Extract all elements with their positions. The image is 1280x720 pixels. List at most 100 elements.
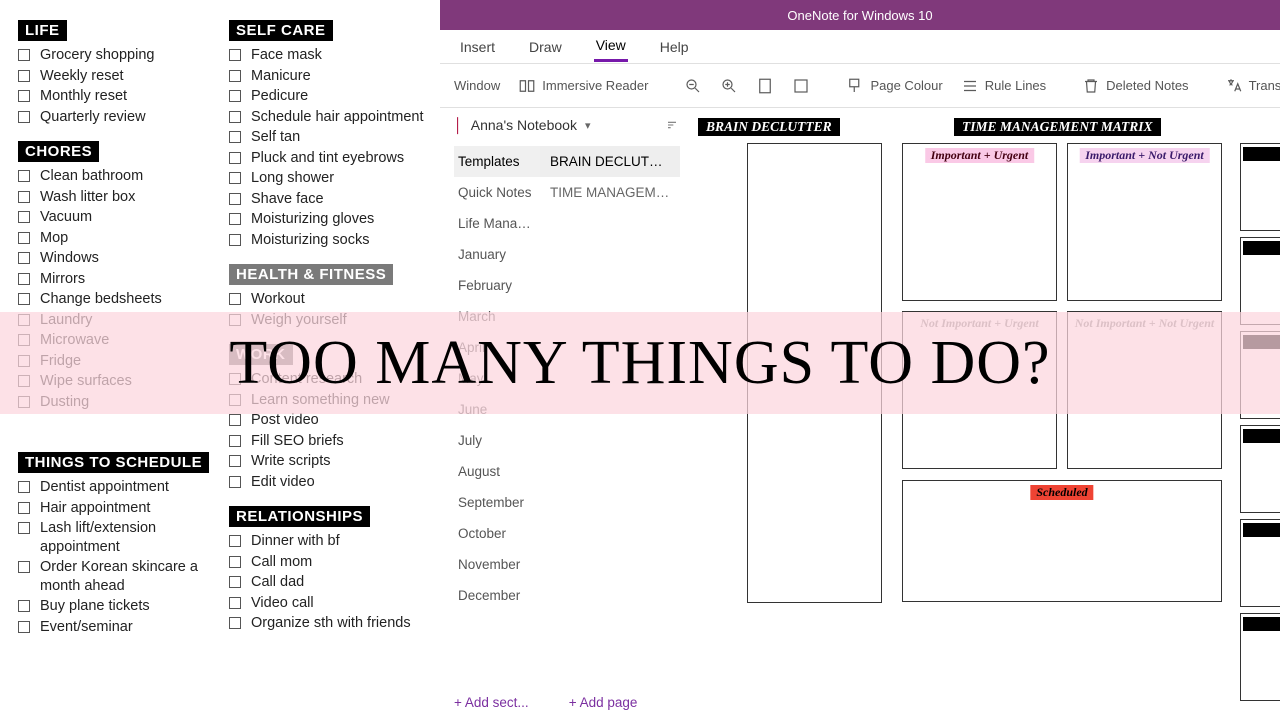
checkbox[interactable] bbox=[229, 234, 241, 246]
ribbon-translate[interactable]: Translat bbox=[1225, 77, 1280, 95]
checkbox[interactable] bbox=[229, 111, 241, 123]
checklist-label: Long shower bbox=[251, 169, 430, 188]
checkbox[interactable] bbox=[229, 597, 241, 609]
page-item[interactable]: TIME MANAGEME... bbox=[540, 177, 680, 208]
checkbox[interactable] bbox=[18, 252, 30, 264]
checklist-label: Grocery shopping bbox=[40, 46, 219, 65]
checklist-label: Change bedsheets bbox=[40, 290, 219, 309]
checkbox[interactable] bbox=[229, 576, 241, 588]
sort-icon[interactable] bbox=[664, 117, 680, 133]
add-section-button[interactable]: + Add sect... bbox=[454, 695, 529, 710]
checklist-item: Face mask bbox=[229, 45, 430, 66]
checkbox[interactable] bbox=[18, 70, 30, 82]
checkbox[interactable] bbox=[229, 476, 241, 488]
add-page-button[interactable]: + Add page bbox=[569, 695, 638, 710]
checkbox[interactable] bbox=[229, 193, 241, 205]
checkbox[interactable] bbox=[229, 213, 241, 225]
section-item[interactable]: August bbox=[454, 456, 540, 487]
checkbox[interactable] bbox=[18, 49, 30, 61]
tab-draw[interactable]: Draw bbox=[527, 33, 564, 61]
matrix-scheduled[interactable]: Scheduled bbox=[902, 480, 1222, 602]
checkbox[interactable] bbox=[18, 600, 30, 612]
ribbon-page-colour[interactable]: Page Colour bbox=[846, 77, 942, 95]
heading-life: LIFE bbox=[18, 20, 67, 41]
checkbox[interactable] bbox=[18, 481, 30, 493]
checkbox[interactable] bbox=[18, 191, 30, 203]
checklist-item: Buy plane tickets bbox=[18, 596, 219, 617]
day-cell[interactable] bbox=[1240, 425, 1280, 513]
checklist-label: Call mom bbox=[251, 553, 430, 572]
checklist-label: Face mask bbox=[251, 46, 430, 65]
checkbox[interactable] bbox=[229, 455, 241, 467]
checklist-label: Dinner with bf bbox=[251, 532, 430, 551]
checklist-item: Shave face bbox=[229, 189, 430, 210]
page-width-icon bbox=[792, 77, 810, 95]
checklist-item: Event/seminar bbox=[18, 617, 219, 638]
checkbox[interactable] bbox=[18, 90, 30, 102]
tab-view[interactable]: View bbox=[594, 31, 628, 62]
checkbox[interactable] bbox=[229, 90, 241, 102]
checkbox[interactable] bbox=[229, 152, 241, 164]
checkbox[interactable] bbox=[18, 561, 30, 573]
tab-help[interactable]: Help bbox=[658, 33, 691, 61]
section-item[interactable]: Quick Notes bbox=[454, 177, 540, 208]
checkbox[interactable] bbox=[229, 293, 241, 305]
ribbon-rule-lines[interactable]: Rule Lines bbox=[961, 77, 1046, 95]
checklist-label: Workout bbox=[251, 290, 430, 309]
heading-relationships: RELATIONSHIPS bbox=[229, 506, 370, 527]
checkbox[interactable] bbox=[18, 621, 30, 633]
checkbox[interactable] bbox=[229, 172, 241, 184]
navigation-panel: │ Anna's Notebook ▾ TemplatesQuick Notes… bbox=[440, 108, 692, 720]
zoom-100-button[interactable] bbox=[756, 77, 774, 95]
day-cell[interactable] bbox=[1240, 519, 1280, 607]
day-cell[interactable] bbox=[1240, 613, 1280, 701]
checkbox[interactable] bbox=[229, 617, 241, 629]
ribbon-deleted-notes[interactable]: Deleted Notes bbox=[1082, 77, 1188, 95]
section-item[interactable]: December bbox=[454, 580, 540, 611]
checkbox[interactable] bbox=[18, 522, 30, 534]
page-width-button[interactable] bbox=[792, 77, 810, 95]
trash-icon bbox=[1082, 77, 1100, 95]
checklist-label: Pluck and tint eyebrows bbox=[251, 149, 430, 168]
section-item[interactable]: January bbox=[454, 239, 540, 270]
checkbox[interactable] bbox=[229, 70, 241, 82]
checkbox[interactable] bbox=[18, 502, 30, 514]
checkbox[interactable] bbox=[229, 414, 241, 426]
checklist-item: Clean bathroom bbox=[18, 166, 219, 187]
day-cell[interactable] bbox=[1240, 143, 1280, 231]
checkbox[interactable] bbox=[18, 111, 30, 123]
notebook-name: Anna's Notebook bbox=[471, 117, 577, 133]
checkbox[interactable] bbox=[18, 273, 30, 285]
titlebar: OneNote for Windows 10 bbox=[440, 0, 1280, 30]
checklist-label: Self tan bbox=[251, 128, 430, 147]
section-item[interactable]: September bbox=[454, 487, 540, 518]
section-item[interactable]: October bbox=[454, 518, 540, 549]
checkbox[interactable] bbox=[18, 293, 30, 305]
note-canvas[interactable]: BRAIN DECLUTTER TIME MANAGEMENT MATRIX I… bbox=[692, 108, 1280, 720]
matrix-q2[interactable]: Important + Not Urgent bbox=[1067, 143, 1222, 301]
checkbox[interactable] bbox=[229, 556, 241, 568]
ribbon-window[interactable]: Window bbox=[454, 78, 500, 93]
tab-insert[interactable]: Insert bbox=[458, 33, 497, 61]
checkbox[interactable] bbox=[18, 211, 30, 223]
section-item[interactable]: July bbox=[454, 425, 540, 456]
section-item[interactable]: November bbox=[454, 549, 540, 580]
zoom-in-button[interactable] bbox=[720, 77, 738, 95]
ribbon-immersive-reader[interactable]: Immersive Reader bbox=[518, 77, 648, 95]
section-item[interactable]: February bbox=[454, 270, 540, 301]
checklist-label: Hair appointment bbox=[40, 499, 219, 518]
section-item[interactable]: Templates bbox=[454, 146, 540, 177]
section-item[interactable]: Life Manag... bbox=[454, 208, 540, 239]
page-item[interactable]: BRAIN DECLUTTER bbox=[540, 146, 680, 177]
checklist-label: Schedule hair appointment bbox=[251, 108, 430, 127]
checkbox[interactable] bbox=[229, 49, 241, 61]
checklist-item: Long shower bbox=[229, 168, 430, 189]
notebook-selector[interactable]: │ Anna's Notebook ▾ bbox=[440, 108, 692, 142]
zoom-out-button[interactable] bbox=[684, 77, 702, 95]
checkbox[interactable] bbox=[229, 535, 241, 547]
checkbox[interactable] bbox=[18, 232, 30, 244]
checkbox[interactable] bbox=[229, 131, 241, 143]
matrix-q1[interactable]: Important + Urgent bbox=[902, 143, 1057, 301]
checkbox[interactable] bbox=[229, 435, 241, 447]
checkbox[interactable] bbox=[18, 170, 30, 182]
